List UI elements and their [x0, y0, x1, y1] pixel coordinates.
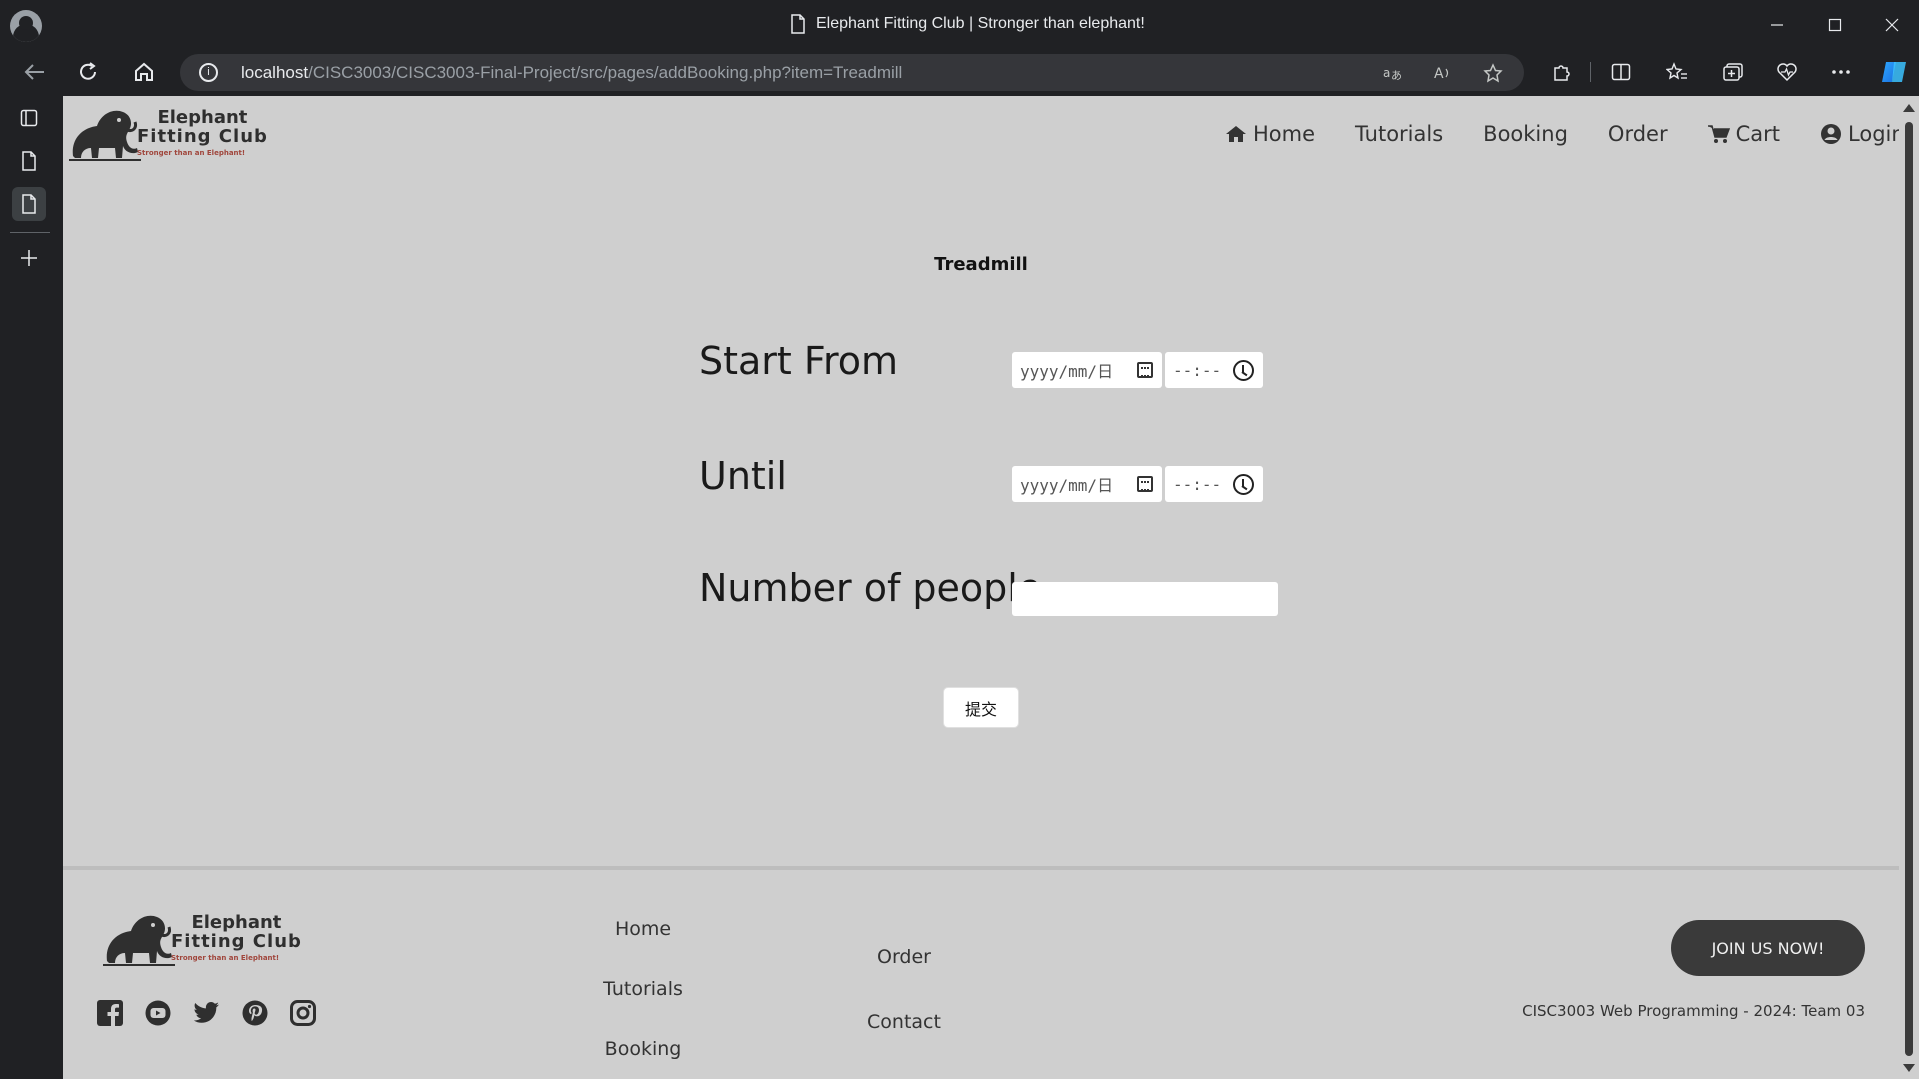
cart-icon — [1707, 125, 1730, 143]
nav-cart-label: Cart — [1735, 122, 1781, 146]
calendar-icon[interactable] — [1137, 476, 1153, 492]
site-logo[interactable]: Elephant Fitting Club Stronger than an E… — [67, 100, 268, 166]
footer-logo-text-line1: Elephant — [191, 911, 282, 933]
logo-text-line1: Elephant — [157, 106, 248, 128]
elephant-logo-icon — [103, 915, 175, 966]
until-date-input[interactable]: yyyy/mm/日 — [1012, 466, 1162, 502]
address-bar[interactable]: i localhost/CISC3003/CISC3003-Final-Proj… — [180, 54, 1524, 91]
instagram-icon[interactable] — [289, 999, 317, 1027]
nav-booking-label: Booking — [1483, 122, 1568, 146]
nav-order[interactable]: Order — [1588, 122, 1688, 146]
url-text[interactable]: localhost/CISC3003/CISC3003-Final-Projec… — [241, 63, 902, 83]
page-icon — [791, 14, 805, 34]
scrollbar-thumb[interactable] — [1905, 122, 1913, 1056]
split-screen-icon[interactable] — [1606, 57, 1636, 87]
maximize-icon[interactable] — [1820, 10, 1850, 40]
until-time-placeholder: --:-- — [1173, 474, 1222, 494]
vertical-tab-active-page-icon[interactable] — [12, 187, 46, 221]
more-menu-icon[interactable] — [1826, 57, 1856, 87]
number-of-people-label: Number of people — [699, 566, 1042, 610]
copyright-text: CISC3003 Web Programming - 2024: Team 03 — [1522, 1002, 1865, 1020]
until-label: Until — [699, 454, 787, 498]
svg-text:あ: あ — [1391, 69, 1402, 81]
footer-link-tutorials[interactable]: Tutorials — [563, 978, 723, 1000]
twitter-icon[interactable] — [193, 999, 221, 1027]
calendar-icon[interactable] — [1137, 362, 1153, 378]
browser-titlebar: Elephant Fitting Club | Stronger than el… — [0, 0, 1919, 48]
start-from-label: Start From — [699, 339, 899, 383]
footer-link-order[interactable]: Order — [824, 946, 984, 968]
footer-link-contact[interactable]: Contact — [824, 1011, 984, 1033]
nav-login[interactable]: Login — [1800, 122, 1899, 146]
page-viewport: Elephant Fitting Club Stronger than an E… — [63, 96, 1899, 1079]
site-nav: Home Tutorials Booking Order Cart Login — [1205, 122, 1899, 146]
nav-tutorials-label: Tutorials — [1355, 122, 1444, 146]
favorites-icon[interactable] — [1662, 57, 1692, 87]
nav-login-label: Login — [1848, 122, 1899, 146]
svg-text:a: a — [1383, 66, 1390, 80]
clock-icon[interactable] — [1233, 360, 1254, 381]
footer-logo-tagline: Stronger than an Elephant! — [171, 953, 280, 962]
elephant-logo-icon — [69, 110, 141, 161]
toolbar-divider — [1590, 62, 1591, 82]
logo-tagline: Stronger than an Elephant! — [137, 148, 246, 157]
nav-order-label: Order — [1607, 122, 1668, 146]
browser-sidebar — [0, 96, 62, 1079]
form-title: Treadmill — [934, 254, 1028, 275]
window-title-text: Elephant Fitting Club | Stronger than el… — [816, 15, 1145, 32]
close-icon[interactable] — [1877, 10, 1907, 40]
number-of-people-input[interactable] — [1012, 582, 1278, 616]
submit-button[interactable]: 提交 — [943, 687, 1019, 728]
tab-actions-icon[interactable] — [12, 101, 46, 135]
extensions-icon[interactable] — [1546, 57, 1576, 87]
home-icon — [1226, 126, 1246, 142]
nav-home-label: Home — [1253, 122, 1316, 146]
collections-icon[interactable] — [1718, 57, 1748, 87]
until-time-input[interactable]: --:-- — [1165, 466, 1263, 502]
start-time-input[interactable]: --:-- — [1165, 352, 1263, 388]
svg-text:A: A — [1434, 66, 1444, 81]
translate-icon[interactable]: aあ — [1382, 62, 1404, 84]
favorite-star-icon[interactable] — [1482, 62, 1504, 84]
nav-cart[interactable]: Cart — [1688, 122, 1800, 146]
nav-home[interactable]: Home — [1205, 122, 1335, 146]
clock-icon[interactable] — [1233, 474, 1254, 495]
join-us-button[interactable]: JOIN US NOW! — [1671, 920, 1865, 976]
reload-icon[interactable] — [73, 57, 103, 87]
scroll-up-icon[interactable] — [1903, 104, 1915, 112]
logo-text-line2: Fitting Club — [137, 125, 268, 147]
minimize-icon[interactable] — [1762, 10, 1792, 40]
page-scrollbar[interactable] — [1899, 96, 1919, 1079]
new-tab-plus-icon[interactable] — [12, 241, 46, 275]
until-date-placeholder: yyyy/mm/日 — [1020, 476, 1114, 495]
nav-booking[interactable]: Booking — [1463, 122, 1588, 146]
facebook-icon[interactable] — [96, 999, 124, 1027]
youtube-icon[interactable] — [144, 999, 172, 1027]
url-host: localhost — [241, 63, 309, 82]
footer-link-home[interactable]: Home — [563, 918, 723, 940]
back-icon[interactable] — [19, 57, 49, 87]
url-path: /CISC3003/CISC3003-Final-Project/src/pag… — [308, 63, 903, 82]
vertical-tab-page-icon[interactable] — [12, 144, 46, 178]
home-icon[interactable] — [129, 57, 159, 87]
read-aloud-icon[interactable]: A — [1432, 62, 1454, 84]
nav-tutorials[interactable]: Tutorials — [1335, 122, 1463, 146]
scroll-down-icon[interactable] — [1903, 1064, 1915, 1072]
start-date-placeholder: yyyy/mm/日 — [1020, 362, 1114, 381]
start-date-input[interactable]: yyyy/mm/日 — [1012, 352, 1162, 388]
footer-link-booking[interactable]: Booking — [563, 1038, 723, 1060]
browser-essentials-icon[interactable] — [1772, 57, 1802, 87]
footer-divider — [63, 866, 1899, 870]
user-circle-icon — [1821, 124, 1842, 144]
footer-logo[interactable]: Elephant Fitting Club Stronger than an E… — [101, 905, 302, 971]
site-info-icon[interactable]: i — [199, 63, 218, 82]
sidebar-divider — [10, 232, 50, 233]
start-time-placeholder: --:-- — [1173, 360, 1222, 380]
window-title: Elephant Fitting Club | Stronger than el… — [790, 14, 1145, 34]
profile-avatar-icon[interactable] — [10, 10, 42, 42]
pinterest-icon[interactable] — [241, 999, 269, 1027]
copilot-icon[interactable] — [1879, 57, 1909, 87]
footer-logo-text-line2: Fitting Club — [171, 930, 302, 952]
